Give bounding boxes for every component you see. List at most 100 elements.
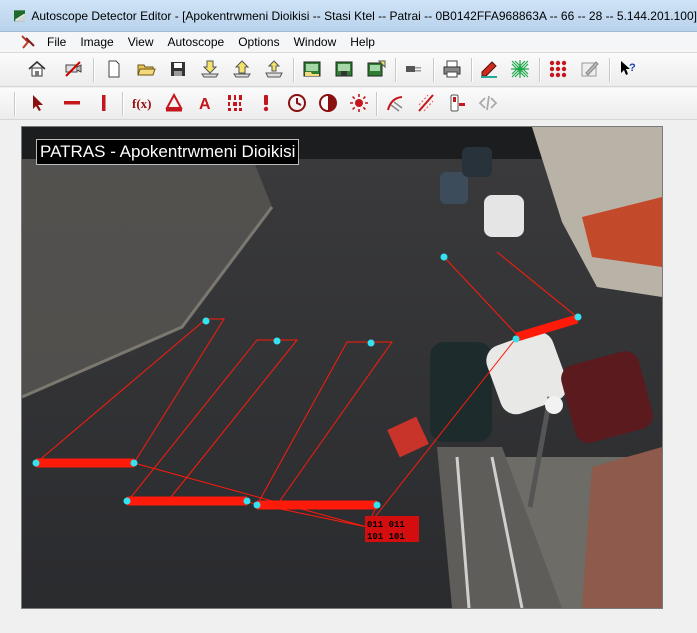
save-image-button[interactable] [332, 57, 356, 81]
binary-indicator-line-1: 011 011 [367, 520, 405, 530]
letter-a-icon: A [199, 96, 211, 113]
open-button[interactable] [134, 57, 158, 81]
triangle-icon [165, 93, 183, 112]
direction-icon [387, 96, 403, 112]
toolbar-separator [609, 58, 611, 82]
edit-detectors-button[interactable] [477, 57, 501, 81]
download-config-button[interactable] [198, 57, 222, 81]
help-pointer-icon: ? [621, 61, 636, 75]
image-save-icon [335, 61, 353, 77]
plug-icon [406, 66, 421, 72]
drawing-toolbar: f(x) A [0, 88, 697, 120]
lane-tool[interactable] [414, 91, 438, 115]
menu-image[interactable]: Image [73, 32, 120, 52]
dots-matrix-icon [549, 60, 567, 78]
print-button[interactable] [440, 57, 464, 81]
car-dark [430, 342, 492, 442]
disabled-tool[interactable] [476, 91, 500, 115]
presence-detector-tool[interactable] [92, 91, 116, 115]
detector-grid-button[interactable] [508, 57, 532, 81]
function-icon: f(x) [132, 96, 152, 111]
toolbar-separator [293, 58, 295, 82]
camera-view[interactable]: 011 011 101 101 [22, 127, 662, 608]
car-far-white [484, 195, 524, 237]
context-help-button[interactable]: ? [616, 57, 640, 81]
toolbar-separator [122, 92, 124, 116]
matrix-button[interactable] [546, 57, 570, 81]
text-tool[interactable]: A [193, 91, 217, 115]
upload-icon [233, 60, 251, 78]
menu-window[interactable]: Window [287, 32, 344, 52]
incident-tool[interactable] [254, 91, 278, 115]
street-lamp [545, 396, 563, 414]
binary-icon [228, 95, 242, 111]
main-toolbar: ? [0, 53, 697, 87]
horizontal-bar-icon [64, 101, 80, 105]
upload-config-button[interactable] [230, 57, 254, 81]
open-folder-icon [137, 64, 156, 76]
menu-options[interactable]: Options [231, 32, 286, 52]
toolbar-separator [93, 58, 95, 82]
signal-icon [450, 94, 465, 112]
exclamation-icon [263, 95, 269, 112]
new-button[interactable] [102, 57, 126, 81]
connect-camera-button[interactable] [61, 57, 85, 81]
binary-tool[interactable] [223, 91, 247, 115]
image-open-icon [303, 61, 321, 77]
open-image-button[interactable] [300, 57, 324, 81]
svg-text:f(x): f(x) [132, 96, 152, 111]
lane-icon [418, 94, 434, 112]
menu-autoscope[interactable]: Autoscope [161, 32, 232, 52]
menu-bar: File Image View Autoscope Options Window… [0, 32, 697, 53]
direction-tool[interactable] [383, 91, 407, 115]
floppy-disk-icon [171, 62, 185, 76]
binary-indicator-line-2: 101 101 [367, 532, 405, 542]
connection-button[interactable] [402, 57, 426, 81]
edit-disabled-button[interactable] [578, 57, 602, 81]
toolbar-separator [539, 58, 541, 82]
car-far-dark-2 [462, 147, 492, 177]
building-lower-right [582, 447, 662, 608]
transfer-button[interactable] [262, 57, 286, 81]
edit-icon [581, 61, 599, 77]
arrow-pointer-icon [33, 95, 43, 111]
export-image-button[interactable] [364, 57, 388, 81]
camera-icon [65, 61, 82, 77]
pencil-icon [481, 61, 497, 78]
menu-view[interactable]: View [121, 32, 161, 52]
toolbar-separator [14, 92, 16, 116]
title-bar: Autoscope Detector Editor - [Apokentrwme… [0, 0, 697, 32]
select-tool[interactable] [26, 91, 50, 115]
contrast-tool[interactable] [316, 91, 340, 115]
document-icon[interactable] [20, 34, 36, 50]
menu-file[interactable]: File [40, 32, 73, 52]
menu-help[interactable]: Help [343, 32, 382, 52]
time-tool[interactable] [285, 91, 309, 115]
download-icon [201, 60, 219, 78]
save-button[interactable] [166, 57, 190, 81]
clock-icon [288, 94, 306, 112]
contrast-icon [319, 94, 337, 112]
svg-text:A: A [199, 96, 211, 113]
toolbar-separator [376, 92, 378, 116]
speed-detector-tool[interactable] [162, 91, 186, 115]
toolbar-separator [471, 58, 473, 82]
toolbar-separator [395, 58, 397, 82]
home-button[interactable] [25, 57, 49, 81]
video-frame: 011 011 101 101 PATRAS - Apokentrwmeni D… [21, 126, 663, 609]
vertical-bar-icon [102, 95, 106, 111]
app-icon [14, 9, 26, 22]
camera-caption: PATRAS - Apokentrwmeni Dioikisi [36, 139, 300, 165]
signal-tool[interactable] [445, 91, 469, 115]
work-area: 011 011 101 101 PATRAS - Apokentrwmeni D… [0, 121, 697, 633]
function-tool[interactable]: f(x) [130, 91, 154, 115]
home-icon [28, 60, 46, 77]
count-detector-tool[interactable] [60, 91, 84, 115]
transfer-icon [265, 60, 283, 78]
grid-icon [511, 60, 529, 78]
printer-icon [443, 60, 461, 78]
image-export-icon [367, 60, 386, 77]
toolbar-separator [433, 58, 435, 82]
new-document-icon [108, 60, 120, 78]
light-tool[interactable] [347, 91, 371, 115]
